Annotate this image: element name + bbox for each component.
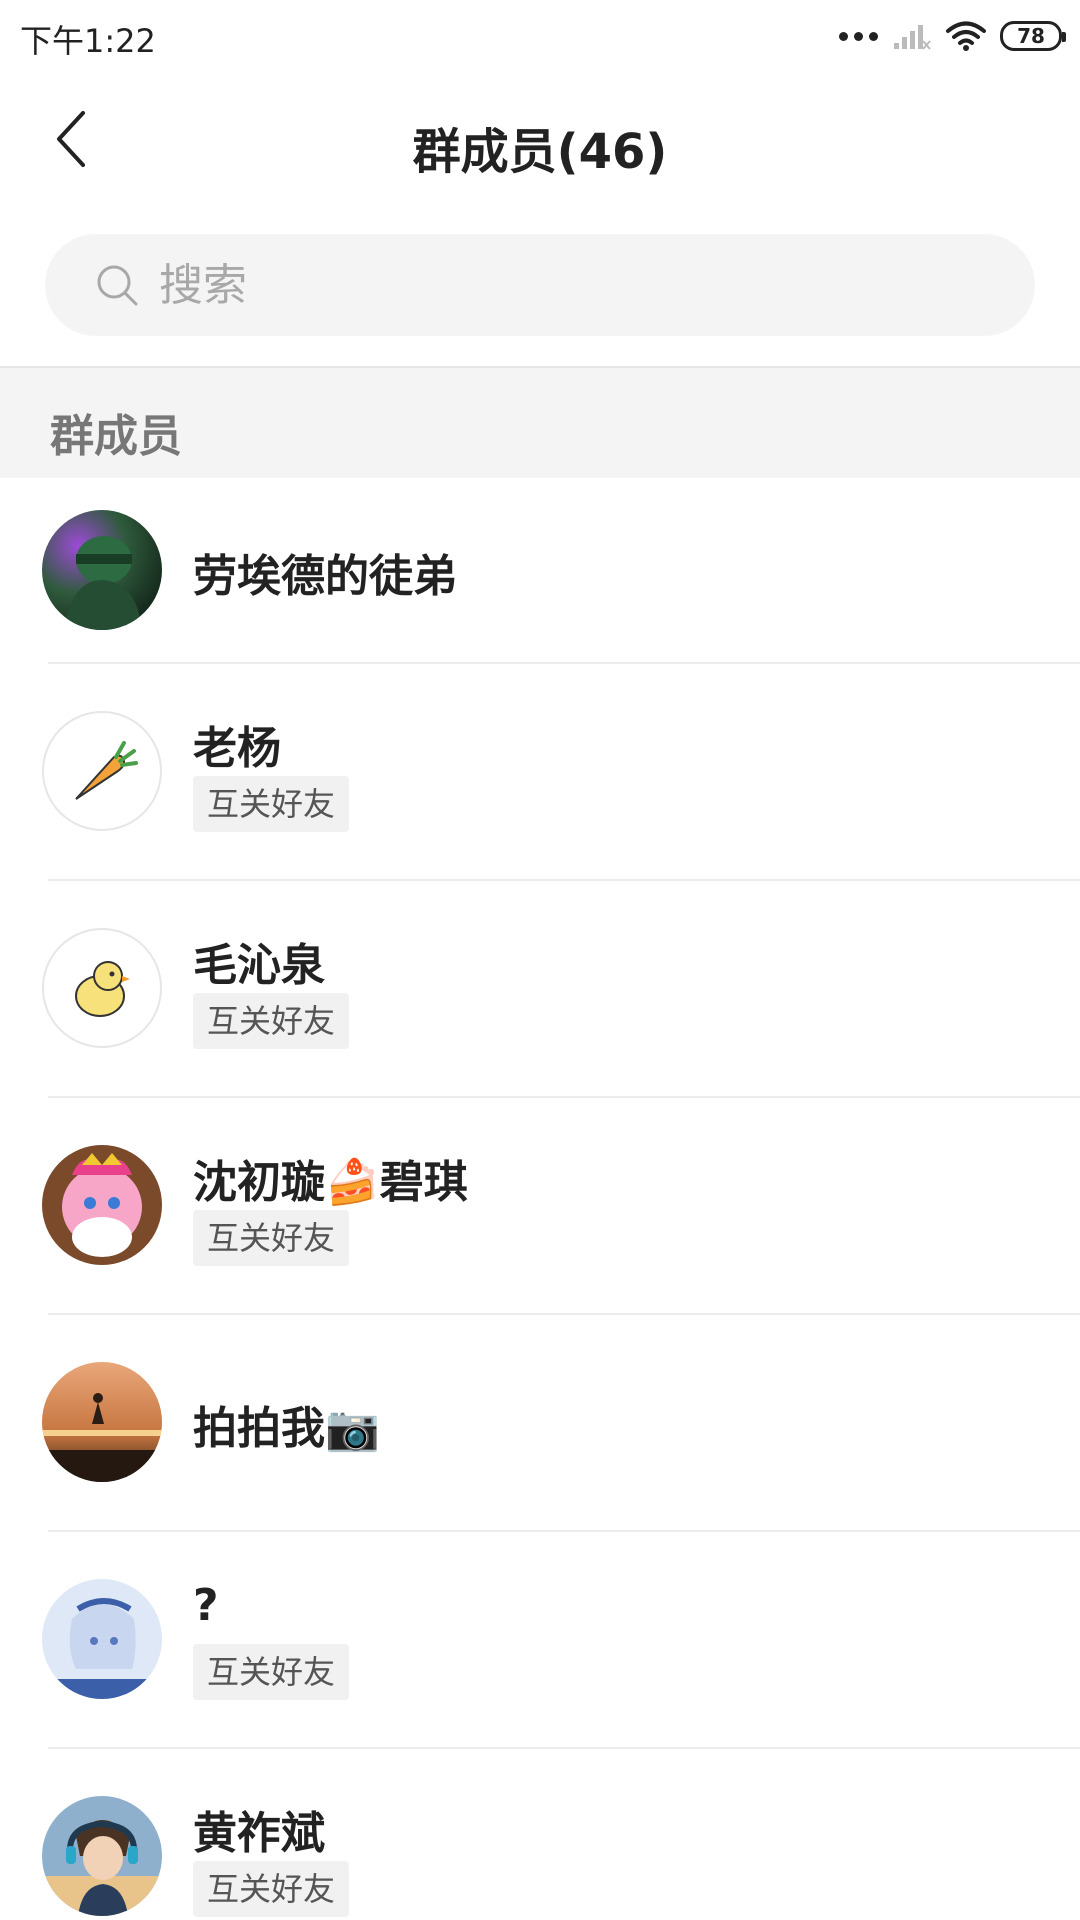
- search-icon: [97, 265, 138, 306]
- member-name: 沈初璇🍰碧琪: [193, 1157, 468, 1208]
- avatar: [42, 1144, 162, 1265]
- member-name: 老杨: [193, 723, 281, 774]
- list-item[interactable]: 老杨 互关好友: [0, 662, 1080, 881]
- section-header: 群成员: [0, 366, 1080, 478]
- member-name: 毛沁泉: [193, 940, 325, 991]
- mutual-friend-badge: 互关好友: [193, 1644, 350, 1700]
- search-bar[interactable]: [45, 234, 1035, 336]
- section-title: 群成员: [50, 411, 182, 462]
- battery-icon: 78: [1000, 21, 1066, 51]
- list-item[interactable]: 拍拍我📷: [0, 1313, 1080, 1532]
- mutual-friend-badge: 互关好友: [193, 1861, 350, 1917]
- status-icons: 78: [839, 16, 1066, 56]
- more-dots-icon: [839, 31, 878, 41]
- mutual-friend-badge: 互关好友: [193, 993, 350, 1049]
- status-bar: 下午1:22 78: [0, 0, 1080, 72]
- avatar: [42, 927, 162, 1048]
- nav-bar: 群成员(46): [0, 72, 1080, 212]
- list-item[interactable]: 劳埃德的徒弟: [0, 478, 1080, 664]
- list-item[interactable]: 沈初璇🍰碧琪 互关好友: [0, 1096, 1080, 1315]
- wifi-icon: [946, 21, 986, 51]
- battery-level: 78: [1017, 24, 1045, 48]
- avatar: [42, 710, 162, 831]
- member-list: 劳埃德的徒弟 老杨 互关好友 毛沁泉 互关好友 沈初璇🍰碧琪 互关好友 拍拍我📷…: [0, 478, 1080, 1920]
- mutual-friend-badge: 互关好友: [193, 1210, 350, 1266]
- avatar: [42, 1795, 162, 1916]
- avatar: [42, 510, 162, 630]
- mutual-friend-badge: 互关好友: [193, 776, 350, 832]
- list-item[interactable]: 毛沁泉 互关好友: [0, 879, 1080, 1098]
- page-title: 群成员(46): [412, 124, 668, 180]
- list-item[interactable]: 黄祚斌 互关好友: [0, 1747, 1080, 1920]
- member-name: 劳埃德的徒弟: [193, 551, 457, 602]
- status-time: 下午1:22: [20, 22, 156, 60]
- signal-icon: [894, 25, 931, 50]
- member-name: 黄祚斌: [193, 1808, 325, 1859]
- avatar: [42, 1361, 162, 1482]
- member-name: 拍拍我📷: [193, 1402, 380, 1454]
- avatar: [42, 1578, 162, 1699]
- search-input[interactable]: [159, 259, 959, 311]
- member-name: ?: [193, 1580, 219, 1631]
- list-item[interactable]: ? 互关好友: [0, 1530, 1080, 1749]
